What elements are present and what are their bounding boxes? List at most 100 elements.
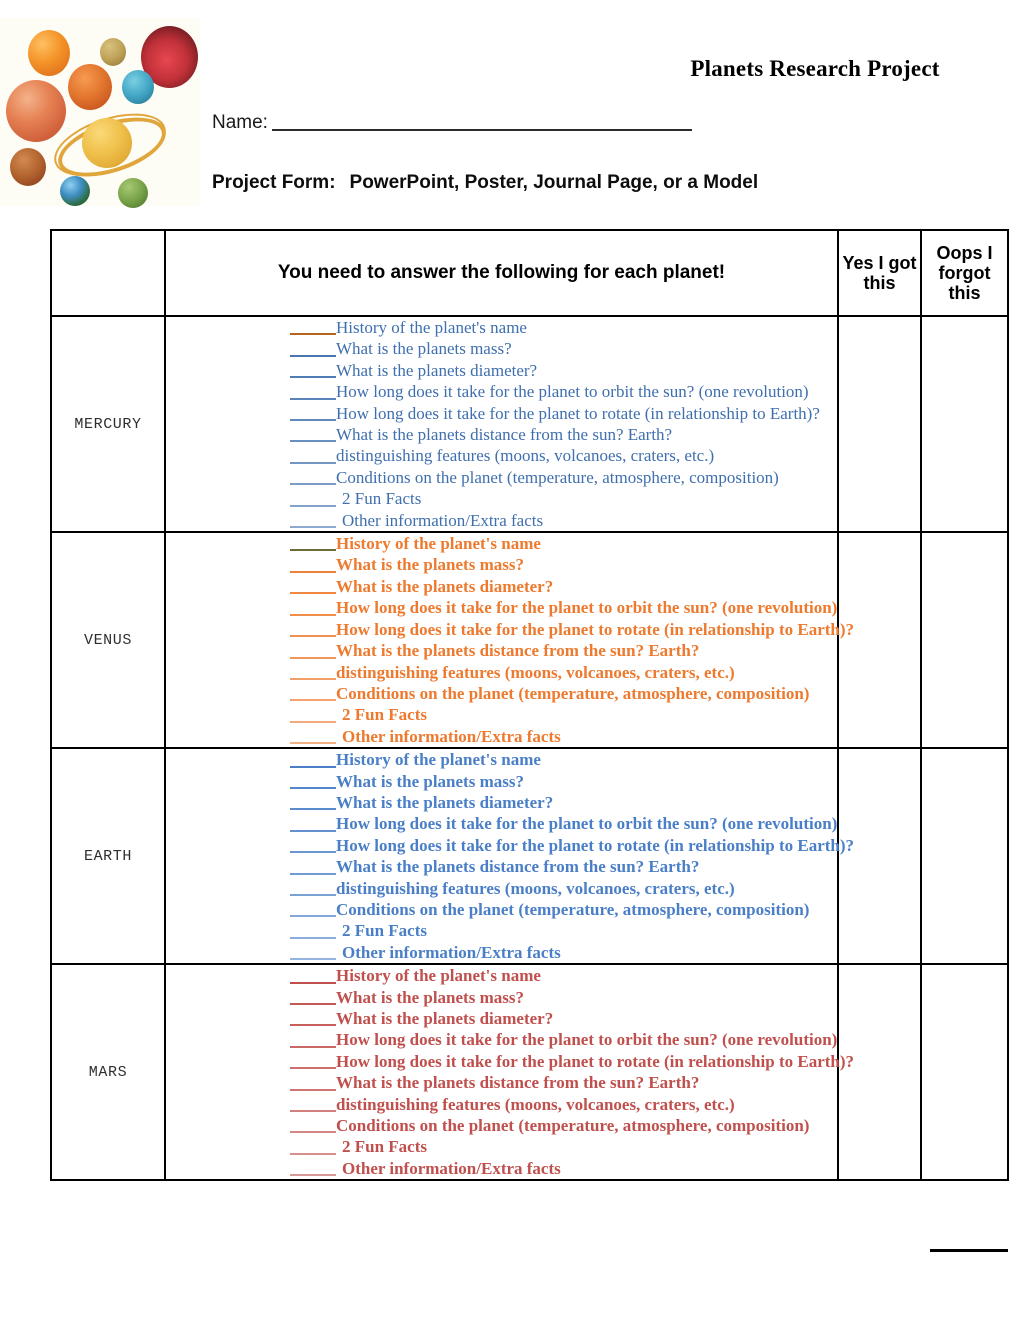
checklist-item-blank[interactable] [290,354,336,357]
checklist-item: What is the planets diameter? [166,792,837,813]
checklist-item: How long does it take for the planet to … [166,835,854,856]
checklist-item-label: What is the planets mass? [336,771,524,791]
checklist-item-blank[interactable] [290,570,336,573]
checklist-item: History of the planet's name [166,533,837,554]
checklist-item-blank[interactable] [290,333,336,336]
checklist-items-cell: History of the planet's name What is the … [164,963,854,1182]
planet-blue-icon [122,70,154,104]
checklist-item-blank[interactable] [290,613,336,616]
checklist-item-blank[interactable] [290,829,336,832]
checklist-item: History of the planet's name [166,965,837,986]
header-planet-column [50,229,166,317]
checklist-item-blank[interactable] [290,872,336,875]
checklist-item: Conditions on the planet (temperature, a… [166,1115,837,1136]
bottom-rule [930,1249,1008,1252]
checklist-item-blank[interactable] [290,915,336,918]
checklist-item-blank[interactable] [290,1003,336,1005]
checklist-item: How long does it take for the planet to … [166,1029,837,1050]
checklist-items-cell: History of the planet's name What is the … [164,531,854,750]
checklist-item: distinguishing features (moons, volcanoe… [166,1094,837,1115]
checklist-item-blank[interactable] [290,419,336,422]
checklist-item-blank[interactable] [290,461,336,464]
checklist-item-blank[interactable] [290,1110,336,1113]
oops-forgot-this-cell[interactable] [920,963,1009,1182]
header-items-column: You need to answer the following for eac… [164,229,839,317]
checklist-item-label: How long does it take for the planet to … [336,835,855,855]
checklist-item-label: Other information/Extra facts [342,942,561,962]
checklist-item: What is the planets diameter? [166,576,837,597]
checklist-item-label: What is the planets diameter? [336,792,554,812]
checklist-item-label: distinguishing features (moons, volcanoe… [336,662,735,682]
checklist-item-blank[interactable] [290,893,336,896]
checklist-item-blank[interactable] [290,376,336,379]
checklist-item-label: How long does it take for the planet to … [336,619,855,639]
checklist-item-label: distinguishing features (moons, volcanoe… [336,1094,735,1114]
checklist-item-blank[interactable] [290,699,336,702]
checklist-item-blank[interactable] [290,1024,336,1027]
checklist-item-blank[interactable] [290,1152,336,1155]
yes-got-this-cell[interactable] [837,314,922,534]
checklist-item-blank[interactable] [290,635,336,638]
checklist-item-blank[interactable] [290,1174,336,1177]
checklist-item-label: What is the planets diameter? [336,576,554,596]
oops-forgot-this-cell[interactable] [920,747,1009,966]
planet-orange-striped-icon [68,64,112,110]
checklist-item-label: What is the planets mass? [336,555,524,575]
checklist-item-blank[interactable] [290,742,336,745]
name-input-blank[interactable] [271,113,692,131]
checklist-item-blank[interactable] [290,549,336,552]
checklist-item-blank[interactable] [290,981,336,984]
checklist-item-blank[interactable] [290,936,336,939]
checklist-item-label: Other information/Extra facts [342,1158,561,1178]
checklist-item-blank[interactable] [290,958,336,961]
header-oops-column: Oops I forgot this [920,229,1009,317]
checklist-item: What is the planets diameter? [166,360,837,381]
checklist-item: What is the planets mass? [166,338,837,359]
planets-checklist-table: You need to answer the following for eac… [50,229,1009,1182]
checklist-item-label: distinguishing features (moons, volcanoe… [336,878,735,898]
checklist-item-label: How long does it take for the planet to … [336,598,838,618]
oops-forgot-this-cell[interactable] [920,531,1009,750]
yes-got-this-cell[interactable] [837,531,922,750]
checklist-item: History of the planet's name [166,749,837,770]
checklist-item-blank[interactable] [290,592,336,595]
checklist-item-blank[interactable] [290,720,336,723]
checklist-item-blank[interactable] [290,1045,336,1048]
checklist-item-blank[interactable] [290,397,336,400]
checklist-item: Other information/Extra facts [166,510,837,531]
checklist-item-blank[interactable] [290,504,336,507]
checklist-items-cell: History of the planet's name What is the … [164,314,839,534]
checklist-item-blank[interactable] [290,851,336,854]
checklist-item: Other information/Extra facts [166,942,837,963]
checklist-item-label: 2 Fun Facts [342,921,427,941]
yes-got-this-cell[interactable] [837,963,922,1182]
planet-name-cell: MARS [50,963,166,1182]
checklist-item-blank[interactable] [290,526,336,529]
checklist-item-blank[interactable] [290,440,336,443]
checklist-item-label: Other information/Extra facts [342,510,544,530]
checklist-item-label: Conditions on the planet (temperature, a… [336,683,810,703]
page-title: Planets Research Project [690,56,940,81]
checklist-item-blank[interactable] [290,765,336,768]
planet-name-cell: EARTH [50,747,166,966]
checklist-item: History of the planet's name [166,317,837,338]
checklist-item-blank[interactable] [290,1088,336,1091]
checklist-item-blank[interactable] [290,677,336,680]
checklist-item-blank[interactable] [290,1067,336,1070]
checklist-item-label: How long does it take for the planet to … [336,814,838,834]
checklist-item-label: Other information/Extra facts [342,726,561,746]
yes-got-this-cell[interactable] [837,747,922,966]
checklist-item-label: What is the planets diameter? [336,360,538,380]
checklist-item-blank[interactable] [290,1131,336,1134]
checklist-item-blank[interactable] [290,808,336,811]
checklist-item-label: Conditions on the planet (temperature, a… [336,899,810,919]
checklist-item-label: distinguishing features (moons, volcanoe… [336,446,715,466]
checklist-item-blank[interactable] [290,786,336,789]
checklist-item-blank[interactable] [290,483,336,486]
checklist-item: Other information/Extra facts [166,726,837,747]
oops-forgot-this-cell[interactable] [920,314,1009,534]
checklist-item: distinguishing features (moons, volcanoe… [166,445,837,466]
checklist-item-blank[interactable] [290,656,336,659]
checklist-item: How long does it take for the planet to … [166,619,854,640]
checklist-item-label: What is the planets diameter? [336,1009,554,1028]
